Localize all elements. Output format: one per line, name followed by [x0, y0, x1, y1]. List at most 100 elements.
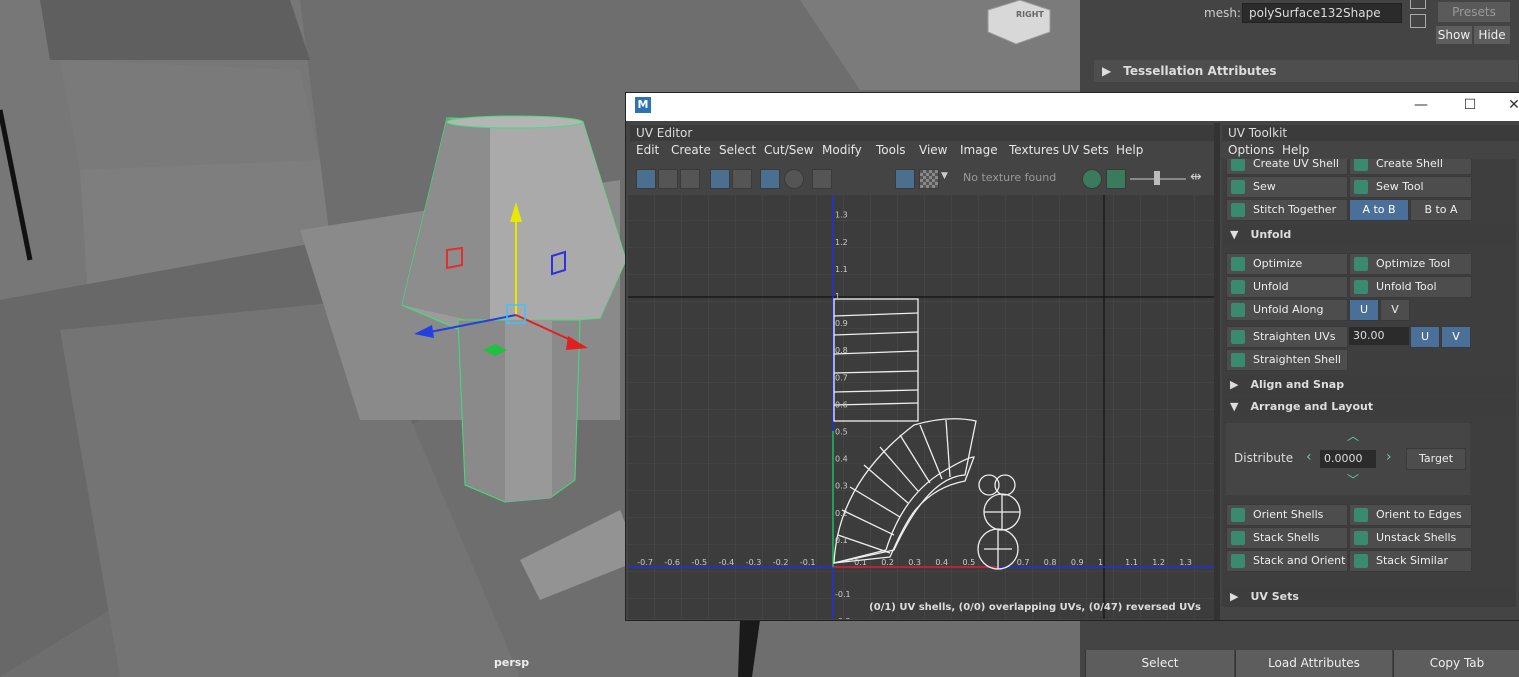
- chevron-right-icon[interactable]: ›: [1386, 449, 1392, 465]
- optimize-label: Optimize: [1253, 257, 1303, 270]
- unfold-section-label: Unfold: [1250, 228, 1292, 241]
- menu-uv-sets[interactable]: UV Sets: [1062, 141, 1109, 159]
- collapse-arrow-icon: ▼: [1230, 228, 1239, 241]
- straighten-shell-label: Straighten Shell: [1253, 353, 1341, 366]
- split-arrows-icon[interactable]: ⇹: [1190, 169, 1202, 185]
- a-to-b-button[interactable]: A to B: [1349, 199, 1409, 221]
- presets-button[interactable]: Presets: [1438, 2, 1510, 22]
- uv-sets-section-header[interactable]: ▶ UV Sets: [1222, 587, 1516, 607]
- x-tick-label: 1.1: [1125, 558, 1138, 567]
- stitch-together-button[interactable]: Stitch Together: [1226, 199, 1348, 221]
- sew-tool-button[interactable]: Sew Tool: [1349, 176, 1472, 198]
- unstack-shells-button[interactable]: Unstack Shells: [1349, 527, 1472, 549]
- menu-select[interactable]: Select: [719, 141, 756, 159]
- uv-shell-icon[interactable]: [710, 169, 730, 189]
- b-to-a-button[interactable]: B to A: [1410, 199, 1472, 221]
- shade-icon[interactable]: [784, 169, 804, 189]
- expand-arrow-icon: ▶: [1102, 64, 1112, 78]
- unfold-along-icon: [1231, 303, 1245, 317]
- image-icon[interactable]: [1106, 169, 1126, 189]
- refresh-icon[interactable]: [1082, 169, 1102, 189]
- maximize-icon[interactable]: ☐: [1460, 97, 1480, 115]
- straighten-u-button[interactable]: U: [1410, 326, 1440, 348]
- dropdown-arrow-icon[interactable]: ▼: [941, 171, 948, 181]
- panel-divider[interactable]: [1214, 123, 1220, 620]
- uv-editor-menubar: Edit Create Select Cut/Sew Modify Tools …: [630, 141, 1211, 161]
- x-tick-label: -0.7: [637, 558, 653, 567]
- unfold-tool-icon: [1354, 280, 1368, 294]
- straighten-icon: [1231, 330, 1245, 344]
- distribute-value-field[interactable]: 0.0000: [1320, 450, 1376, 468]
- uv-grid[interactable]: -0.7 -0.6 -0.5 -0.4 -0.3 -0.2 -0.1 0.1 0.2 0.3 0.4…: [628, 195, 1215, 619]
- straighten-shell-button[interactable]: Straighten Shell: [1226, 349, 1348, 371]
- sew-tool-label: Sew Tool: [1376, 180, 1424, 193]
- menu-tools[interactable]: Tools: [876, 141, 906, 159]
- orient-to-edges-button[interactable]: Orient to Edges: [1349, 504, 1472, 526]
- stack-shells-button[interactable]: Stack Shells: [1226, 527, 1348, 549]
- align-snap-section-header[interactable]: ▶ Align and Snap: [1222, 375, 1516, 395]
- optimize-tool-button[interactable]: Optimize Tool: [1349, 253, 1472, 275]
- slider-handle[interactable]: [1154, 171, 1160, 185]
- menu-view[interactable]: View: [919, 141, 947, 159]
- checker-icon[interactable]: [919, 169, 939, 189]
- mesh-name-field[interactable]: polySurface132Shape: [1242, 3, 1402, 23]
- optimize-button[interactable]: Optimize: [1226, 253, 1348, 275]
- menu-image[interactable]: Image: [960, 141, 998, 159]
- stack-similar-button[interactable]: Stack Similar: [1349, 550, 1472, 572]
- focus-icon[interactable]: [1410, 0, 1426, 9]
- straighten-uvs-button[interactable]: Straighten UVs: [1226, 326, 1348, 348]
- menu-cut-sew[interactable]: Cut/Sew: [764, 141, 814, 159]
- unfold-section-header[interactable]: ▼ Unfold: [1222, 225, 1516, 245]
- arrange-layout-section-header[interactable]: ▼ Arrange and Layout: [1222, 397, 1516, 417]
- uv-editor-panel-title: UV Editor: [630, 125, 1217, 141]
- load-attributes-button[interactable]: Load Attributes: [1235, 650, 1392, 677]
- straighten-v-button[interactable]: V: [1441, 326, 1471, 348]
- uv-toolkit-title: UV Toolkit: [1222, 125, 1519, 141]
- chevron-left-icon[interactable]: ‹: [1306, 449, 1312, 465]
- straighten-shell-icon: [1231, 353, 1245, 367]
- select-button[interactable]: Select: [1085, 650, 1234, 677]
- uv-face-mode-icon[interactable]: [680, 169, 700, 189]
- chevron-up-icon[interactable]: ︿: [1347, 427, 1359, 444]
- unfold-u-button[interactable]: U: [1349, 299, 1379, 321]
- uv-vertex-mode-icon[interactable]: [636, 169, 656, 189]
- hide-button[interactable]: Hide: [1474, 26, 1510, 44]
- uv-edge-mode-icon[interactable]: [658, 169, 678, 189]
- window-titlebar[interactable]: M — ☐ ✕: [626, 93, 1519, 121]
- menu-help[interactable]: Help: [1116, 141, 1143, 159]
- toolkit-menu-help[interactable]: Help: [1282, 141, 1309, 159]
- toolkit-menu-options[interactable]: Options: [1228, 141, 1274, 159]
- close-icon[interactable]: ✕: [1504, 97, 1519, 115]
- tessellation-section[interactable]: ▶ Tessellation Attributes: [1094, 60, 1518, 82]
- viewcube-right-label[interactable]: RIGHT: [1016, 10, 1044, 19]
- copy-tab-button[interactable]: Copy Tab: [1393, 650, 1519, 677]
- snapshot-icon[interactable]: [812, 169, 832, 189]
- menu-create[interactable]: Create: [671, 141, 711, 159]
- chevron-down-icon[interactable]: ﹀: [1347, 471, 1359, 488]
- create-shell-grid-button[interactable]: Create Shell (Grid): [1349, 159, 1472, 190]
- stack-shells-label: Stack Shells: [1253, 531, 1320, 544]
- unfold-v-button[interactable]: V: [1380, 299, 1410, 321]
- menu-textures[interactable]: Textures: [1009, 141, 1059, 159]
- y-tick-label: -0.2: [835, 617, 851, 619]
- uv-border-icon[interactable]: [732, 169, 752, 189]
- unfold-button[interactable]: Unfold: [1226, 276, 1348, 298]
- display-image-icon[interactable]: [895, 169, 915, 189]
- update-icon[interactable]: [1410, 14, 1426, 28]
- menu-modify[interactable]: Modify: [822, 141, 862, 159]
- menu-edit[interactable]: Edit: [636, 141, 659, 159]
- unstack-shells-icon: [1354, 531, 1368, 545]
- show-button[interactable]: Show: [1436, 26, 1472, 44]
- orient-shells-button[interactable]: Orient Shells: [1226, 504, 1348, 526]
- create-uv-shell-button[interactable]: Create UV Shell: [1226, 159, 1348, 175]
- grid-icon[interactable]: [760, 169, 780, 189]
- minimize-icon[interactable]: —: [1411, 97, 1431, 115]
- x-tick-label: -0.1: [800, 558, 816, 567]
- optimize-tool-label: Optimize Tool: [1376, 257, 1451, 270]
- stack-and-orient-button[interactable]: Stack and Orient: [1226, 550, 1348, 572]
- target-button[interactable]: Target: [1406, 448, 1466, 470]
- unfold-tool-button[interactable]: Unfold Tool: [1349, 276, 1472, 298]
- straighten-angle-field[interactable]: 30.00: [1349, 327, 1409, 345]
- sew-button[interactable]: Sew: [1226, 176, 1348, 198]
- unfold-along-button[interactable]: Unfold Along: [1226, 299, 1348, 321]
